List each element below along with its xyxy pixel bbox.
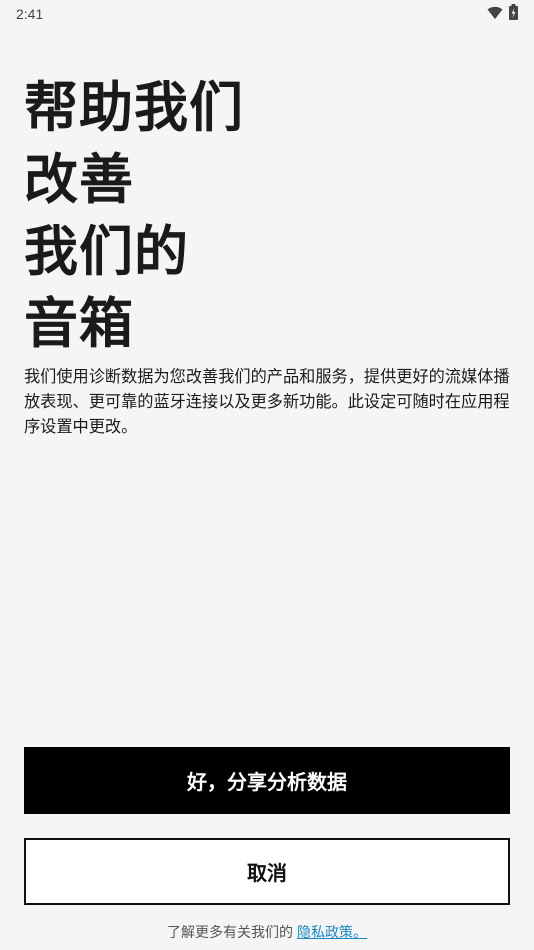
- footer: 了解更多有关我们的 隐私政策。: [0, 922, 534, 942]
- status-icons: [487, 4, 518, 24]
- page-title: 帮助我们 改善 我们的 音箱: [24, 72, 504, 360]
- title-line-3: 我们的: [24, 220, 189, 283]
- title-line-4: 音箱: [24, 292, 134, 355]
- footer-text: 了解更多有关我们的: [167, 925, 293, 941]
- title-line-2: 改善: [24, 148, 134, 211]
- share-analytics-button[interactable]: 好，分享分析数据: [24, 747, 510, 814]
- cancel-button[interactable]: 取消: [24, 838, 510, 905]
- description-text: 我们使用诊断数据为您改善我们的产品和服务，提供更好的流媒体播放表现、更可靠的蓝牙…: [24, 367, 510, 436]
- privacy-policy-link[interactable]: 隐私政策。: [297, 925, 367, 941]
- status-time: 2:41: [16, 6, 44, 22]
- title-line-1: 帮助我们: [24, 76, 244, 139]
- status-bar: 2:41: [0, 0, 534, 28]
- battery-charging-icon: [509, 4, 518, 24]
- wifi-icon: [487, 5, 503, 24]
